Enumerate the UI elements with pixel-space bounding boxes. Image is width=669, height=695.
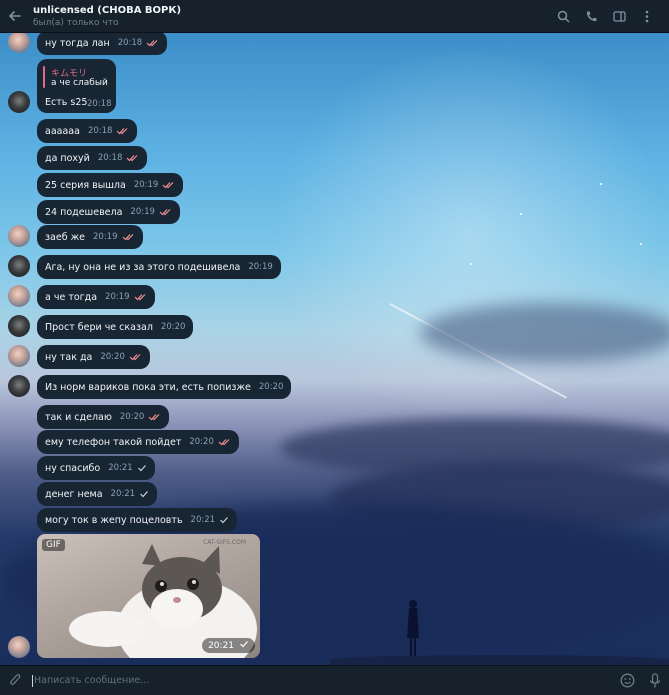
message-bubble[interactable]: так и сделаю 20:20: [37, 405, 170, 429]
voice-message-button[interactable]: [641, 672, 669, 689]
single-check-icon: [239, 640, 249, 651]
message-input-wrapper[interactable]: [30, 665, 613, 695]
message-bubble[interactable]: Из норм вариков пока эти, есть попизже 2…: [37, 375, 292, 399]
reply-message-bubble[interactable]: キムモリ а че слабый Есть s25 20:18: [37, 59, 116, 113]
search-icon: [557, 10, 570, 23]
chat-header: unlicensed (СНОВА ВОРК) был(а) только чт…: [0, 0, 669, 33]
double-check-icon: [122, 233, 135, 241]
double-check-icon: [159, 208, 172, 216]
more-button[interactable]: [633, 2, 661, 30]
message-bubble[interactable]: а че тогда 20:19: [37, 285, 155, 309]
double-check-icon: [126, 154, 139, 162]
double-check-icon: [134, 293, 147, 301]
avatar[interactable]: [8, 315, 30, 337]
message-text: Есть s25: [45, 97, 88, 108]
chat-title: unlicensed (СНОВА ВОРК): [33, 4, 182, 16]
avatar[interactable]: [8, 91, 30, 113]
message-bubble[interactable]: да похуй 20:18: [37, 146, 148, 170]
microphone-icon: [649, 672, 661, 687]
double-check-icon: [116, 127, 129, 135]
single-check-icon: [219, 516, 229, 524]
attach-button[interactable]: [0, 673, 30, 688]
chat-status: был(а) только что: [33, 17, 119, 28]
reply-snippet[interactable]: а че слабый: [51, 78, 108, 88]
gif-watermark: CAT-GIFS.COM: [203, 539, 246, 546]
gif-timestamp: 20:21: [202, 638, 255, 653]
message-bubble[interactable]: ну так да 20:20: [37, 345, 150, 369]
message-bubble[interactable]: денег нема 20:21: [37, 482, 158, 506]
avatar[interactable]: [8, 636, 30, 658]
more-vertical-icon: [645, 10, 649, 22]
reply-accent-bar: [43, 66, 45, 88]
back-button[interactable]: [0, 0, 30, 33]
call-button[interactable]: [577, 2, 605, 30]
avatar[interactable]: [8, 375, 30, 397]
text-caret: [32, 674, 33, 687]
avatar[interactable]: [8, 345, 30, 367]
single-check-icon: [139, 490, 149, 498]
gif-message[interactable]: GIF CAT-GIFS.COM 20:21: [37, 534, 260, 658]
chat-title-block[interactable]: unlicensed (СНОВА ВОРК) был(а) только чт…: [30, 4, 549, 29]
message-input[interactable]: [30, 665, 613, 695]
avatar[interactable]: [8, 285, 30, 307]
search-button[interactable]: [549, 2, 577, 30]
gif-badge: GIF: [42, 539, 65, 551]
double-check-icon: [162, 181, 175, 189]
double-check-icon: [129, 353, 142, 361]
double-check-icon: [146, 39, 159, 47]
message-bubble[interactable]: ему телефон такой пойдет 20:20: [37, 430, 239, 454]
message-list[interactable]: ну тогда лан 20:18 キムモリ а че слабый Есть…: [0, 33, 669, 665]
message-bubble[interactable]: Ага, ну она не из за этого подешивела 20…: [37, 255, 281, 279]
message-bubble[interactable]: ну спасибо 20:21: [37, 456, 155, 480]
avatar[interactable]: [8, 33, 30, 53]
double-check-icon: [218, 438, 231, 446]
avatar[interactable]: [8, 225, 30, 247]
sidebar-toggle-icon: [612, 10, 626, 22]
single-check-icon: [137, 464, 147, 472]
message-time: 20:18: [87, 99, 112, 109]
message-bubble[interactable]: 24 подешевела 20:19: [37, 200, 180, 224]
double-check-icon: [148, 413, 161, 421]
sidebar-toggle-button[interactable]: [605, 2, 633, 30]
message-bubble[interactable]: Прост бери че сказал 20:20: [37, 315, 194, 339]
message-composer: [0, 665, 669, 695]
paperclip-icon: [10, 674, 21, 685]
emoji-icon: [620, 673, 634, 688]
emoji-button[interactable]: [613, 673, 641, 688]
message-bubble[interactable]: могу ток в жепу поцеловть 20:21: [37, 508, 238, 532]
message-bubble[interactable]: 25 серия вышла 20:19: [37, 173, 184, 197]
message-bubble[interactable]: аааааа 20:18: [37, 119, 138, 143]
avatar[interactable]: [8, 255, 30, 277]
message-bubble[interactable]: ну тогда лан 20:18: [37, 33, 168, 55]
message-bubble[interactable]: заеб же 20:19: [37, 225, 143, 249]
arrow-left-icon: [8, 11, 21, 21]
phone-icon: [586, 11, 596, 21]
